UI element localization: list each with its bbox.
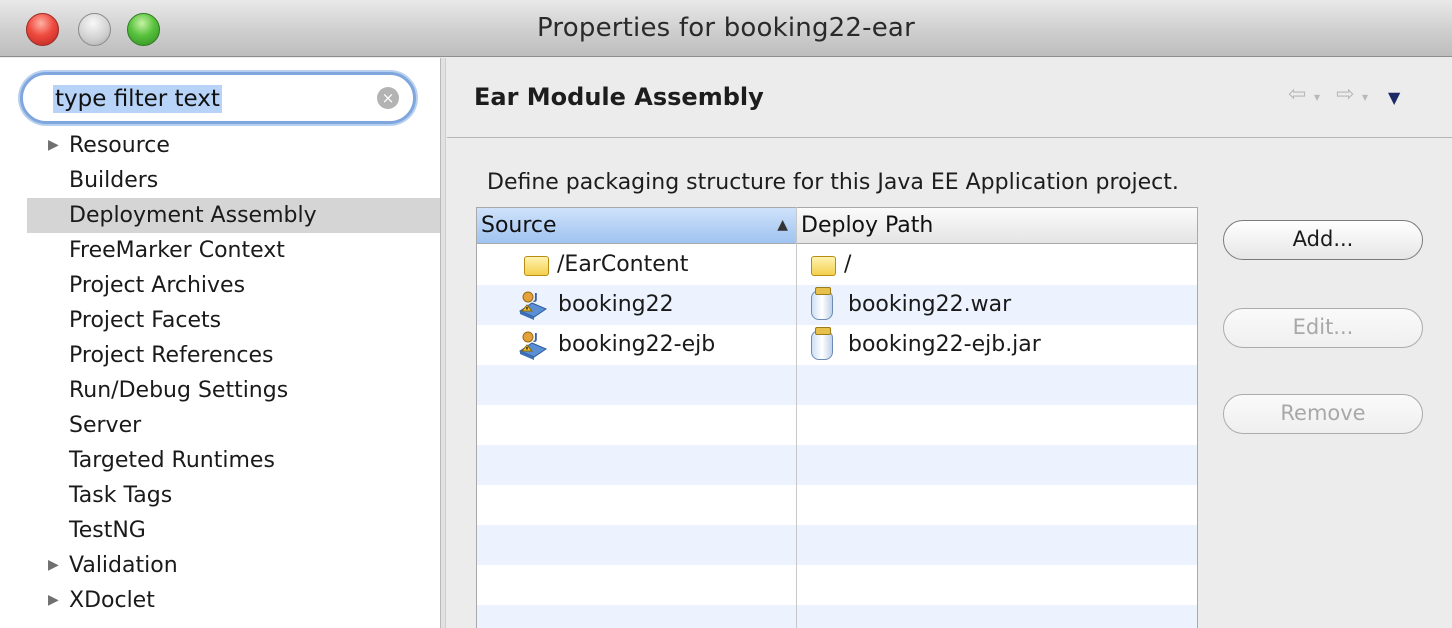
expand-arrow-icon[interactable]: ▶ [48,583,59,618]
ejb-project-icon: J [518,329,548,361]
history-navigation: ⇦ ▾ ⇨ ▾ ▼ [1288,82,1428,112]
column-divider[interactable] [796,207,797,628]
source-label: booking22 [558,292,674,317]
web-project-icon: J [518,289,548,321]
remove-button[interactable]: Remove [1223,394,1423,434]
tree-item-label: Project Archives [69,273,246,298]
table-row[interactable]: Jbooking22-ejb booking22-ejb.jar [477,325,1197,365]
empty-table-row [477,365,1197,405]
back-dropdown-icon[interactable]: ▾ [1314,90,1320,104]
table-header: Source ▲ Deploy Path [477,208,1197,244]
tree-item-testng[interactable]: TestNG [0,513,440,548]
column-header-source[interactable]: Source ▲ [477,208,797,243]
clear-icon[interactable]: × [377,87,399,109]
tree-item-label: FreeMarker Context [69,238,285,263]
column-header-source-label: Source [481,213,557,238]
tree-item-project-archives[interactable]: Project Archives [0,268,440,303]
tree-item-run-debug-settings[interactable]: Run/Debug Settings [0,373,440,408]
folder-icon [811,256,836,276]
folder-icon [524,256,549,276]
tree-item-project-references[interactable]: Project References [0,338,440,373]
deploy-path-label: booking22.war [848,292,1012,317]
tree-item-label: XDoclet [69,588,155,613]
tree-item-builders[interactable]: Builders [0,163,440,198]
column-header-deploy-path[interactable]: Deploy Path [797,208,1197,243]
forward-arrow-icon[interactable]: ⇨ [1336,82,1354,107]
filter-input-text[interactable]: type filter text [53,85,222,113]
tree-item-label: Validation [69,553,178,578]
column-header-deploy-label: Deploy Path [801,213,934,238]
title-bar: Properties for booking22-ear [0,0,1452,57]
tree-item-label: Project Facets [69,308,222,333]
add-button[interactable]: Add... [1223,220,1423,260]
svg-text:J: J [533,332,538,343]
tree-item-freemarker-context[interactable]: FreeMarker Context [0,233,440,268]
tree-item-label: Task Tags [69,483,173,508]
tree-item-deployment-assembly[interactable]: Deployment Assembly [27,198,440,233]
empty-table-row [477,405,1197,445]
empty-table-row [477,565,1197,605]
expand-arrow-icon[interactable]: ▶ [48,128,59,163]
tree-item-resource[interactable]: ▶ Resource [0,128,440,163]
deploy-path-label: / [844,252,852,277]
page-description: Define packaging structure for this Java… [487,170,1179,195]
tree-item-server[interactable]: Server [0,408,440,443]
view-menu-icon[interactable]: ▼ [1388,88,1400,107]
sash-divider[interactable] [440,58,446,628]
empty-table-row [477,485,1197,525]
tree-item-task-tags[interactable]: Task Tags [0,478,440,513]
tree-item-label: Builders [69,168,159,193]
empty-table-row [477,605,1197,628]
filter-field[interactable]: type filter text × [20,72,416,124]
edit-button[interactable]: Edit... [1223,308,1423,348]
back-arrow-icon[interactable]: ⇦ [1288,82,1306,107]
table-row[interactable]: Jbooking22 booking22.war [477,285,1197,325]
tree-item-label: Project References [69,343,274,368]
source-label: /EarContent [557,252,689,277]
tree-item-label: Server [69,413,142,438]
tree-item-label: TestNG [69,518,146,543]
archive-jar-icon [811,327,833,360]
tree-item-project-facets[interactable]: Project Facets [0,303,440,338]
property-tree: ▶ Resource Builders Deployment Assembly Free… [0,128,440,618]
sort-ascending-icon: ▲ [777,217,788,233]
empty-table-row [477,445,1197,485]
tree-item-label: Targeted Runtimes [69,448,275,473]
assembly-table: Source ▲ Deploy Path /EarContent / Jbookin… [476,207,1198,628]
expand-arrow-icon[interactable]: ▶ [48,548,59,583]
tree-item-xdoclet[interactable]: ▶ XDoclet [0,583,440,618]
page-title: Ear Module Assembly [474,83,764,111]
property-page-tree-panel: type filter text × ▶ Resource Builders Depl… [0,58,440,628]
source-label: booking22-ejb [558,332,716,357]
window-title: Properties for booking22-ear [537,13,915,43]
table-row[interactable]: /EarContent / [477,245,1197,285]
forward-dropdown-icon[interactable]: ▾ [1362,90,1368,104]
svg-text:J: J [533,292,538,303]
page-header: Ear Module Assembly ⇦ ▾ ⇨ ▾ ▼ [447,58,1452,138]
empty-table-row [477,525,1197,565]
archive-jar-icon [811,287,833,320]
table-body: /EarContent / Jbooking22 booking22.war Jbook… [477,245,1197,628]
tree-item-label: Run/Debug Settings [69,378,289,403]
deploy-path-label: booking22-ejb.jar [848,332,1041,357]
tree-item-targeted-runtimes[interactable]: Targeted Runtimes [0,443,440,478]
tree-item-label: Resource [69,133,170,158]
tree-item-validation[interactable]: ▶ Validation [0,548,440,583]
tree-item-label: Deployment Assembly [69,203,317,228]
